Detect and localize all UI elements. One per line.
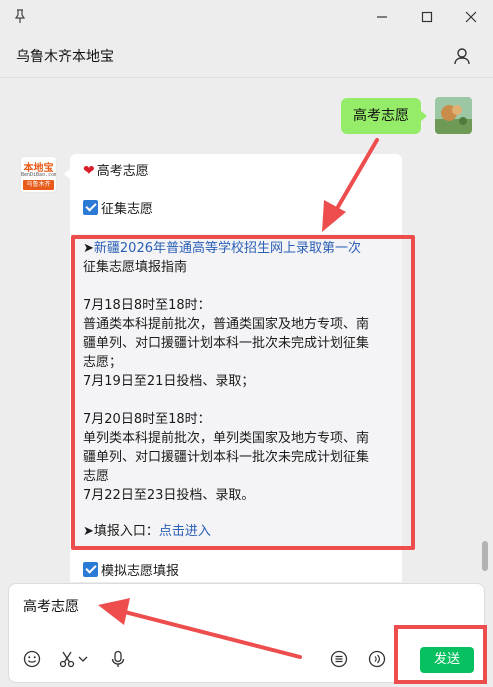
chevron-down-icon[interactable] bbox=[76, 648, 90, 670]
voice-call-icon[interactable] bbox=[366, 648, 388, 670]
message-input[interactable]: 高考志愿 bbox=[23, 596, 79, 616]
logo-city: 乌鲁木齐 bbox=[23, 180, 54, 190]
checkbox-icon bbox=[83, 562, 98, 577]
microphone-icon[interactable] bbox=[107, 648, 129, 670]
bot-avatar[interactable]: 本地宝 BenDiBao.com 乌鲁木齐 bbox=[20, 156, 57, 193]
heart-icon: ❤ bbox=[83, 163, 95, 179]
item-collect-label: 征集志愿 bbox=[101, 202, 154, 217]
minimize-icon[interactable] bbox=[369, 6, 395, 28]
close-icon[interactable] bbox=[458, 6, 484, 28]
window-titlebar bbox=[0, 0, 493, 34]
chat-title: 乌鲁木齐本地宝 bbox=[16, 49, 114, 65]
chat-header: 乌鲁木齐本地宝 bbox=[0, 34, 493, 78]
user-icon[interactable] bbox=[452, 46, 472, 66]
logo-site: BenDiBao.com bbox=[21, 172, 57, 178]
checkbox-icon bbox=[83, 200, 98, 215]
menu-item-simulate[interactable]: 模拟志愿填报 bbox=[83, 561, 179, 582]
list-icon[interactable] bbox=[328, 648, 350, 670]
highlight-box-guide bbox=[71, 235, 415, 550]
pin-icon[interactable] bbox=[12, 8, 28, 24]
maximize-icon[interactable] bbox=[414, 6, 440, 28]
my-avatar[interactable] bbox=[435, 97, 472, 134]
highlight-box-send bbox=[394, 625, 487, 684]
scissors-icon[interactable] bbox=[56, 648, 78, 670]
emoji-icon[interactable] bbox=[21, 648, 43, 670]
menu-item-collect[interactable]: 征集志愿 bbox=[83, 199, 153, 220]
item-simulate-label: 模拟志愿填报 bbox=[101, 564, 180, 579]
chat-scrollbar[interactable] bbox=[482, 541, 488, 571]
reply-title: 高考志愿 bbox=[96, 164, 149, 179]
sent-message[interactable]: 高考志愿 bbox=[341, 98, 427, 134]
